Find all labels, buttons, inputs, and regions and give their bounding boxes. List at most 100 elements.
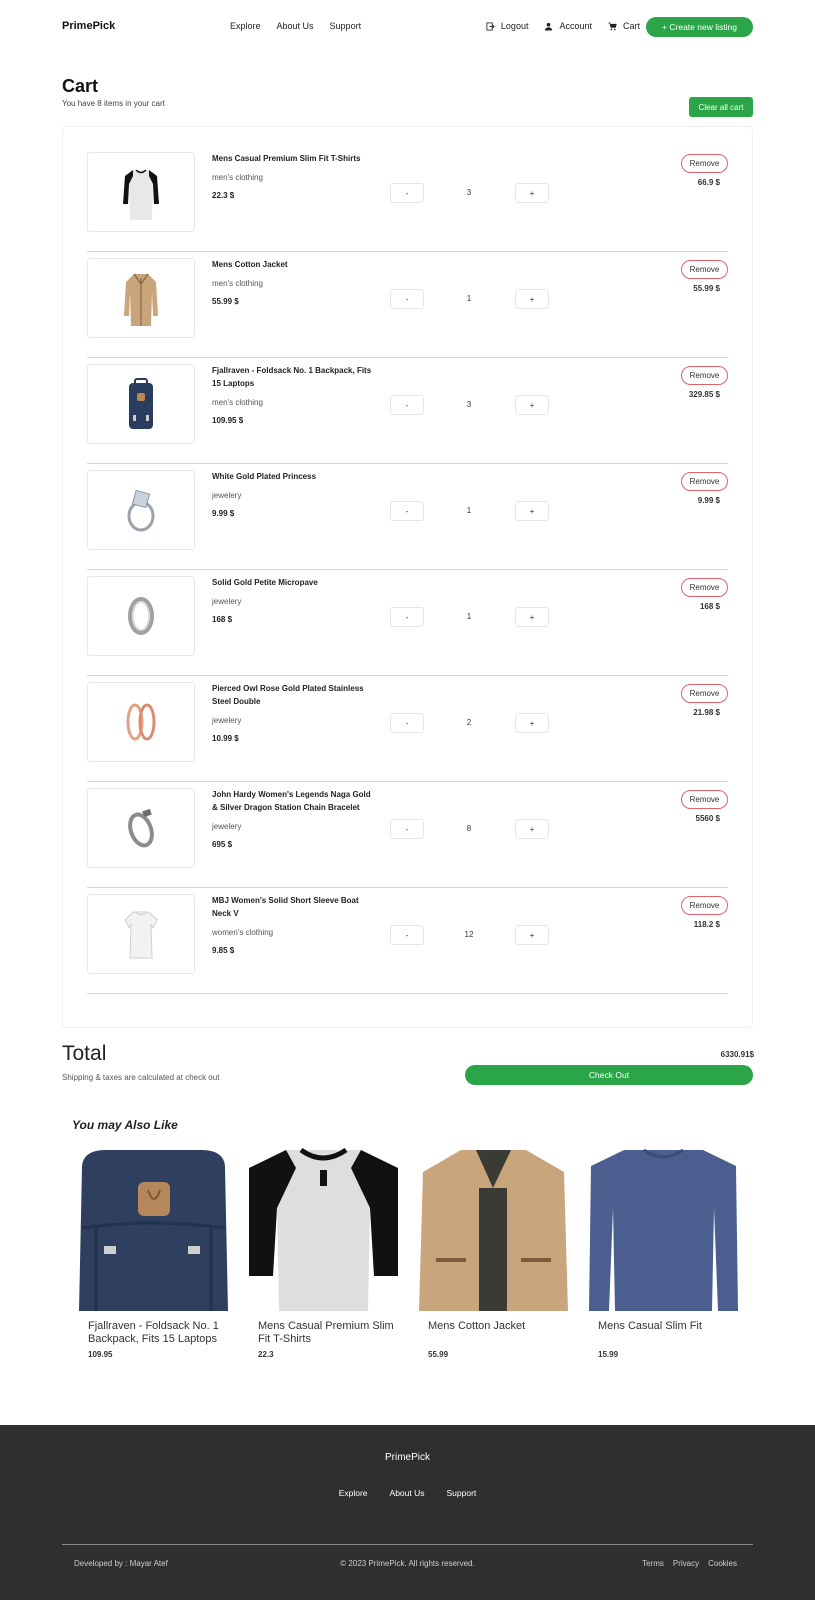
total-value: 6330.91$ <box>720 1050 754 1059</box>
product-thumbnail[interactable] <box>87 788 195 868</box>
line-total: 168 $ <box>699 602 720 611</box>
item-name[interactable]: Solid Gold Petite Micropave <box>212 576 372 589</box>
remove-item-button[interactable]: Remove <box>681 472 728 491</box>
item-name[interactable]: Pierced Owl Rose Gold Plated Stainless S… <box>212 682 372 708</box>
product-thumbnail[interactable] <box>87 258 195 338</box>
increase-qty-button[interactable]: + <box>515 395 549 415</box>
remove-item-button[interactable]: Remove <box>681 366 728 385</box>
line-total: 329.85 $ <box>688 390 720 399</box>
total-label: Total <box>62 1042 107 1065</box>
item-category: men's clothing <box>212 173 263 182</box>
product-thumbnail[interactable] <box>87 682 195 762</box>
footer-about[interactable]: About Us <box>390 1488 425 1498</box>
item-name[interactable]: MBJ Women's Solid Short Sleeve Boat Neck… <box>212 894 372 920</box>
product-thumbnail[interactable] <box>87 364 195 444</box>
item-name[interactable]: John Hardy Women's Legends Naga Gold & S… <box>212 788 372 814</box>
suggestion-card[interactable]: Mens Casual Premium Slim Fit T-Shirts 22… <box>246 1148 401 1359</box>
remove-item-button[interactable]: Remove <box>681 684 728 703</box>
increase-qty-button[interactable]: + <box>515 183 549 203</box>
item-name[interactable]: White Gold Plated Princess <box>212 470 372 483</box>
band-ring-icon <box>128 597 154 635</box>
remove-item-button[interactable]: Remove <box>681 578 728 597</box>
legal-links: Terms Privacy Cookies <box>642 1559 737 1568</box>
decrease-qty-button[interactable]: - <box>390 819 424 839</box>
terms-link[interactable]: Terms <box>642 1559 664 1568</box>
suggestions-title: You may Also Like <box>72 1118 178 1132</box>
product-thumbnail[interactable] <box>87 894 195 974</box>
footer-divider <box>62 1544 753 1545</box>
white-top-icon <box>124 911 158 959</box>
suggestion-name[interactable]: Mens Casual Premium Slim Fit T-Shirts <box>258 1320 398 1346</box>
item-name[interactable]: Mens Cotton Jacket <box>212 258 372 271</box>
decrease-qty-button[interactable]: - <box>390 925 424 945</box>
item-price: 22.3 $ <box>212 191 235 200</box>
jacket-icon <box>419 1150 568 1311</box>
remove-item-button[interactable]: Remove <box>681 154 728 173</box>
footer-links: Explore About Us Support <box>0 1488 815 1498</box>
create-listing-button[interactable]: + Create new listing <box>646 17 753 37</box>
brand-logo[interactable]: PrimePick <box>62 20 115 32</box>
suggestion-card[interactable]: Mens Cotton Jacket 55.99 <box>416 1148 571 1359</box>
increase-qty-button[interactable]: + <box>515 501 549 521</box>
remove-item-button[interactable]: Remove <box>681 790 728 809</box>
item-name[interactable]: Fjallraven - Foldsack No. 1 Backpack, Fi… <box>212 364 372 390</box>
increase-qty-button[interactable]: + <box>515 713 549 733</box>
shipping-note: Shipping & taxes are calculated at check… <box>62 1073 220 1082</box>
nav-explore[interactable]: Explore <box>230 21 261 31</box>
item-quantity: 3 <box>466 400 472 409</box>
remove-item-button[interactable]: Remove <box>681 260 728 279</box>
remove-item-button[interactable]: Remove <box>681 896 728 915</box>
cart-link[interactable]: Cart <box>608 21 640 31</box>
product-thumbnail[interactable] <box>87 470 195 550</box>
logout-link[interactable]: Logout <box>486 21 528 31</box>
decrease-qty-button[interactable]: - <box>390 501 424 521</box>
decrease-qty-button[interactable]: - <box>390 183 424 203</box>
clear-cart-button[interactable]: Clear all cart <box>689 97 753 117</box>
footer-explore[interactable]: Explore <box>339 1488 368 1498</box>
product-thumbnail[interactable] <box>87 576 195 656</box>
item-info: Mens Cotton Jacket men's clothing 55.99 … <box>212 258 372 306</box>
nav-about[interactable]: About Us <box>277 21 314 31</box>
suggestion-name[interactable]: Mens Casual Slim Fit <box>598 1320 738 1333</box>
increase-qty-button[interactable]: + <box>515 607 549 627</box>
suggestion-price: 55.99 <box>428 1350 449 1359</box>
decrease-qty-button[interactable]: - <box>390 713 424 733</box>
footer-brand[interactable]: PrimePick <box>0 1452 815 1463</box>
increase-qty-button[interactable]: + <box>515 819 549 839</box>
nav-links: Explore About Us Support <box>230 21 361 31</box>
user-icon <box>545 22 553 31</box>
item-quantity: 3 <box>466 188 472 197</box>
suggestion-name[interactable]: Fjallraven - Foldsack No. 1 Backpack, Fi… <box>88 1320 228 1346</box>
cart-item: Pierced Owl Rose Gold Plated Stainless S… <box>87 676 728 782</box>
account-link[interactable]: Account <box>544 21 592 31</box>
product-image <box>76 1148 231 1311</box>
item-price: 10.99 $ <box>212 734 239 743</box>
footer-support[interactable]: Support <box>447 1488 477 1498</box>
item-name[interactable]: Mens Casual Premium Slim Fit T-Shirts <box>212 152 372 165</box>
suggestion-name[interactable]: Mens Cotton Jacket <box>428 1320 568 1333</box>
decrease-qty-button[interactable]: - <box>390 607 424 627</box>
cart-label: Cart <box>622 21 640 31</box>
logout-icon <box>486 21 495 31</box>
suggestion-card[interactable]: Fjallraven - Foldsack No. 1 Backpack, Fi… <box>76 1148 231 1359</box>
nav-support[interactable]: Support <box>330 21 362 31</box>
decrease-qty-button[interactable]: - <box>390 395 424 415</box>
cart-item: Mens Cotton Jacket men's clothing 55.99 … <box>87 252 728 358</box>
jacket-icon <box>124 273 158 326</box>
increase-qty-button[interactable]: + <box>515 925 549 945</box>
cart-item: Mens Casual Premium Slim Fit T-Shirts me… <box>87 146 728 252</box>
privacy-link[interactable]: Privacy <box>673 1559 699 1568</box>
suggestion-card[interactable]: Mens Casual Slim Fit 15.99 <box>586 1148 741 1359</box>
checkout-button[interactable]: Check Out <box>465 1065 753 1085</box>
item-quantity: 8 <box>466 824 472 833</box>
decrease-qty-button[interactable]: - <box>390 289 424 309</box>
cart-item: Fjallraven - Foldsack No. 1 Backpack, Fi… <box>87 358 728 464</box>
line-total: 118.2 $ <box>693 920 720 929</box>
item-category: jewelery <box>212 491 242 500</box>
item-quantity: 1 <box>466 612 472 621</box>
increase-qty-button[interactable]: + <box>515 289 549 309</box>
cookies-link[interactable]: Cookies <box>708 1559 737 1568</box>
item-category: jewelery <box>212 716 242 725</box>
product-thumbnail[interactable] <box>87 152 195 232</box>
cart-item: MBJ Women's Solid Short Sleeve Boat Neck… <box>87 888 728 994</box>
